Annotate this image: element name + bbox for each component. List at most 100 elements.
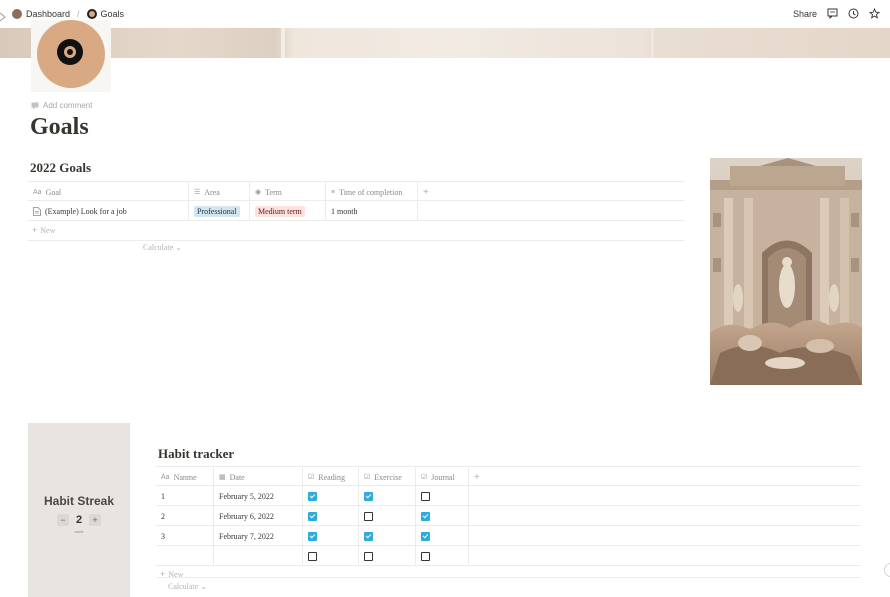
row-date: February 5, 2022 xyxy=(219,491,274,501)
goals-heading[interactable]: 2022 Goals xyxy=(30,160,91,176)
breadcrumb-item-dashboard[interactable]: Dashboard xyxy=(26,9,70,19)
journal-checkbox-checked[interactable] xyxy=(421,531,430,541)
journal-cell xyxy=(416,506,469,526)
trevi-fountain-image[interactable] xyxy=(710,158,862,385)
decrement-button[interactable]: − xyxy=(57,514,69,526)
column-label: Reading xyxy=(318,472,345,482)
journal-cell xyxy=(416,526,469,546)
reset-link[interactable]: reset xyxy=(28,529,130,534)
column-header-exercise[interactable]: ☑ Exercise xyxy=(359,467,416,487)
row-name: 1 xyxy=(161,491,165,501)
date-cell[interactable]: February 6, 2022 xyxy=(214,506,303,526)
area-cell[interactable]: Professional xyxy=(189,201,250,221)
column-label: Goal xyxy=(45,187,62,197)
sidebar-toggle-icon[interactable] xyxy=(0,9,6,22)
plus-icon: + xyxy=(32,225,38,235)
page-cover-image[interactable] xyxy=(0,28,890,58)
dashboard-page-icon xyxy=(12,9,22,19)
column-header-time-of-completion[interactable]: ≡ Time of completion xyxy=(326,182,418,202)
select-property-icon: ◉ xyxy=(255,189,262,196)
table-row[interactable]: (Example) Look for a job Professional Me… xyxy=(28,201,684,221)
calculate-label: Calculate xyxy=(168,582,199,591)
journal-checkbox-checked[interactable] xyxy=(421,511,430,521)
habit-tracker-heading[interactable]: Habit tracker xyxy=(158,446,234,462)
column-label: Term xyxy=(265,187,282,197)
habit-tracker-table: Aa Nanme ▦ Date ☑ Reading ☑ Exercise ☑ J… xyxy=(156,466,861,597)
name-cell[interactable]: 3 xyxy=(156,526,214,546)
breadcrumb-item-goals[interactable]: Goals xyxy=(101,9,125,19)
row-name: 3 xyxy=(161,531,165,541)
add-property-button[interactable]: + xyxy=(418,182,448,202)
name-cell[interactable] xyxy=(156,546,214,566)
new-row-area xyxy=(156,566,861,578)
exercise-checkbox-unchecked[interactable] xyxy=(364,511,373,521)
plus-icon: + xyxy=(474,471,480,483)
column-header-journal[interactable]: ☑ Journal xyxy=(416,467,469,487)
reading-cell xyxy=(303,546,359,566)
add-property-button[interactable]: + xyxy=(469,467,499,487)
column-header-term[interactable]: ◉ Term xyxy=(250,182,326,202)
journal-cell xyxy=(416,486,469,506)
multi-select-icon: ☰ xyxy=(194,189,201,196)
new-row-button[interactable]: + New xyxy=(160,569,183,579)
text-property-icon: Aa xyxy=(33,188,42,196)
date-cell[interactable]: February 5, 2022 xyxy=(214,486,303,506)
table-header-row: Aa Nanme ▦ Date ☑ Reading ☑ Exercise ☑ J… xyxy=(156,466,861,487)
journal-cell xyxy=(416,546,469,566)
exercise-checkbox-unchecked[interactable] xyxy=(364,551,373,561)
column-label: Nanme xyxy=(173,472,197,482)
page-document-icon xyxy=(33,206,41,216)
reading-checkbox-unchecked[interactable] xyxy=(308,551,317,561)
reading-checkbox-checked[interactable] xyxy=(308,531,317,541)
new-row-button[interactable]: + New xyxy=(32,225,55,235)
text-property-icon: Aa xyxy=(161,473,170,481)
page-title[interactable]: Goals xyxy=(30,114,89,141)
name-cell[interactable]: 2 xyxy=(156,506,214,526)
exercise-cell xyxy=(359,506,416,526)
reading-checkbox-checked[interactable] xyxy=(308,511,317,521)
row-date: February 7, 2022 xyxy=(219,531,274,541)
chevron-down-icon: ⌄ xyxy=(200,582,207,591)
exercise-checkbox-checked[interactable] xyxy=(364,531,373,541)
exercise-cell xyxy=(359,486,416,506)
column-header-goal[interactable]: Aa Goal xyxy=(28,182,189,202)
goals-table: Aa Goal ☰ Area ◉ Term ≡ Time of completi… xyxy=(28,181,684,252)
reading-checkbox-checked[interactable] xyxy=(308,491,317,501)
history-icon[interactable] xyxy=(848,8,859,19)
calculate-button[interactable]: Calculate ⌄ xyxy=(143,243,182,252)
date-cell[interactable]: February 7, 2022 xyxy=(214,526,303,546)
column-header-area[interactable]: ☰ Area xyxy=(189,182,250,202)
scroll-help-button[interactable] xyxy=(884,563,890,577)
streak-count: 2 xyxy=(75,514,83,526)
goal-cell[interactable]: (Example) Look for a job xyxy=(28,201,189,221)
table-row[interactable] xyxy=(156,546,861,566)
journal-checkbox-unchecked[interactable] xyxy=(421,491,430,501)
row-date: February 6, 2022 xyxy=(219,511,274,521)
comment-icon[interactable] xyxy=(827,8,838,20)
calendar-icon: ▦ xyxy=(219,474,226,481)
exercise-checkbox-checked[interactable] xyxy=(364,491,373,501)
column-header-date[interactable]: ▦ Date xyxy=(214,467,303,487)
row-name: 2 xyxy=(161,511,165,521)
journal-checkbox-unchecked[interactable] xyxy=(421,551,430,561)
time-cell[interactable]: 1 month xyxy=(326,201,418,221)
new-row-label: New xyxy=(168,569,184,579)
column-label: Journal xyxy=(431,472,455,482)
share-button[interactable]: Share xyxy=(793,9,817,19)
checkbox-property-icon: ☑ xyxy=(364,474,371,481)
table-row[interactable]: 3 February 7, 2022 xyxy=(156,526,861,546)
term-cell[interactable]: Medium term xyxy=(250,201,326,221)
add-comment-button[interactable]: Add comment xyxy=(31,101,92,110)
column-header-reading[interactable]: ☑ Reading xyxy=(303,467,359,487)
favorite-star-icon[interactable] xyxy=(868,7,881,19)
calculate-button[interactable]: Calculate ⌄ xyxy=(168,582,207,591)
table-row[interactable]: 2 February 6, 2022 xyxy=(156,506,861,526)
cover-image-seam xyxy=(651,28,654,58)
column-header-name[interactable]: Aa Nanme xyxy=(156,467,214,487)
name-cell[interactable]: 1 xyxy=(156,486,214,506)
comment-bubble-icon xyxy=(31,102,39,109)
increment-button[interactable]: + xyxy=(89,514,101,526)
goals-target-icon xyxy=(86,9,97,19)
table-row[interactable]: 1 February 5, 2022 xyxy=(156,486,861,506)
date-cell[interactable] xyxy=(214,546,303,566)
